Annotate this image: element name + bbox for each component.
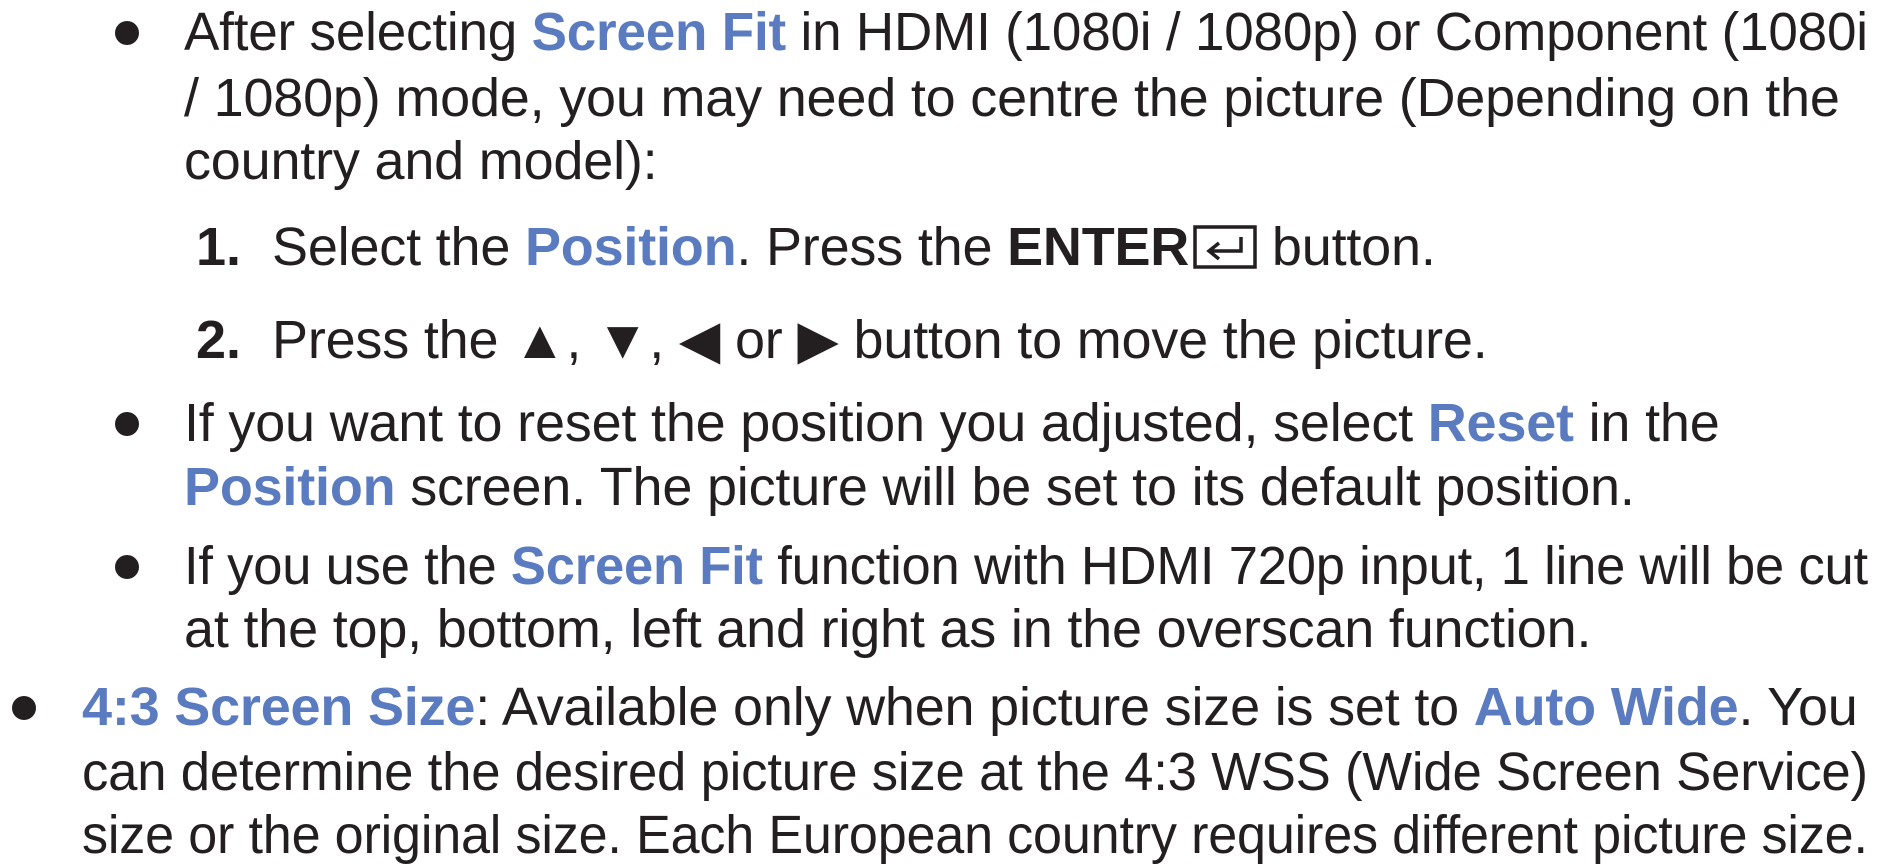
bullet-marker [12,696,36,720]
auto-wide-term: Auto Wide [1473,677,1739,737]
screen-fit-term: Screen Fit [531,2,787,62]
bullet-marker [115,555,139,579]
enter-icon [1193,219,1257,269]
left-arrow-icon: ◀ [678,310,721,370]
bullet-marker [115,21,139,45]
bullet2-line1: If you want to reset the position you ad… [184,393,1720,453]
step2-text: Press the ▲, ▼, ◀ or ▶ button to move th… [272,310,1488,370]
down-arrow-icon: ▼ [595,310,650,370]
manual-page: After selecting Screen Fit in HDMI (1080… [0,0,1888,866]
bullet1-line2: / 1080p) mode, you may need to centre th… [184,68,1840,128]
screen-fit-term: Screen Fit [510,536,763,596]
bullet4-line3: size or the original size. Each European… [82,805,1868,865]
position-term: Position [184,457,396,517]
bullet2-line2: Position screen. The picture will be set… [184,457,1635,517]
up-arrow-icon: ▲ [513,310,567,370]
bullet3-line1: If you use the Screen Fit function with … [184,536,1868,596]
reset-term: Reset [1427,393,1574,453]
step1-number: 1. [196,217,242,277]
step2-number: 2. [196,310,242,370]
screen-size-term: 4:3 Screen Size [82,677,476,737]
enter-label: ENTER [1007,217,1190,277]
bullet-marker [115,412,139,436]
right-arrow-icon: ▶ [797,310,839,370]
bullet4-line1: 4:3 Screen Size: Available only when pic… [82,677,1858,737]
bullet1-line1: After selecting Screen Fit in HDMI (1080… [184,2,1868,62]
bullet1-line3: country and model): [184,131,658,191]
bullet3-line2: at the top, bottom, left and right as in… [184,599,1592,659]
step1-text: Select the Position. Press the ENTER but… [272,217,1436,277]
bullet4-line2: can determine the desired picture size a… [82,742,1868,802]
position-term: Position [524,217,737,277]
